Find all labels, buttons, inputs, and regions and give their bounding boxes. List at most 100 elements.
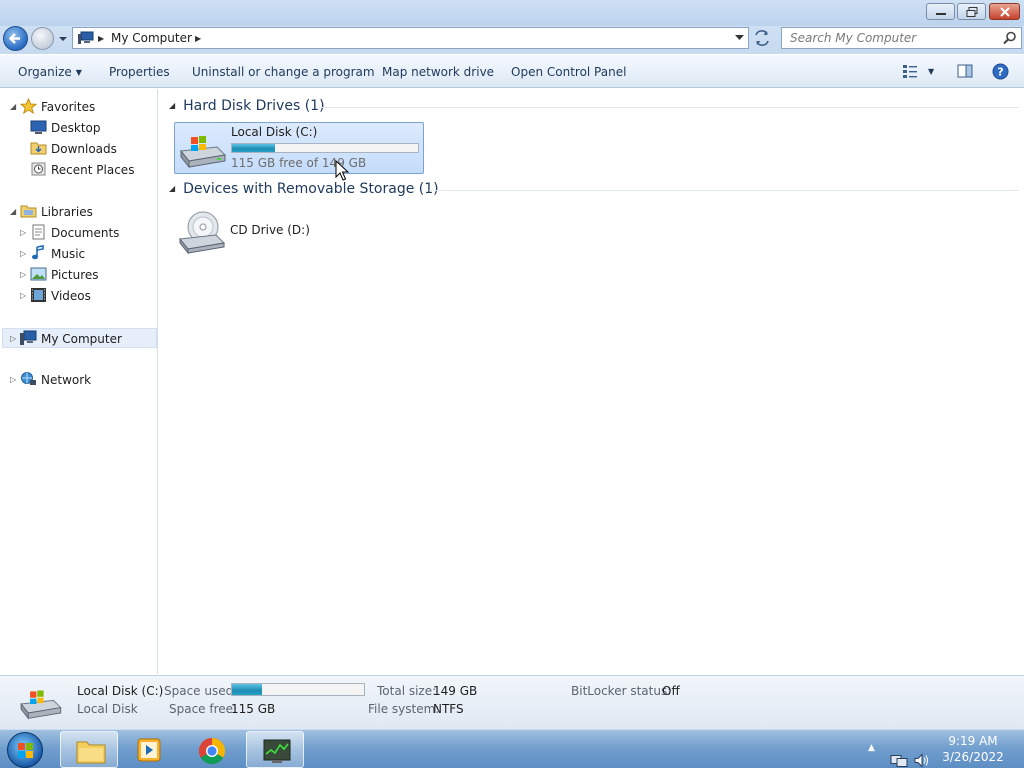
expand-icon[interactable]: ▷ <box>20 291 26 300</box>
expand-icon[interactable]: ▷ <box>20 228 26 237</box>
nav-libraries[interactable]: ◢ Libraries <box>0 202 158 222</box>
details-drive-type: Local Disk <box>77 702 138 716</box>
hard-drive-icon <box>20 690 62 720</box>
details-usage-bar <box>231 683 365 696</box>
nav-desktop-label: Desktop <box>51 121 101 135</box>
nav-downloads[interactable]: Downloads <box>0 139 158 159</box>
documents-icon <box>32 224 45 240</box>
network-status-icon[interactable] <box>890 741 908 768</box>
search-icon[interactable] <box>1003 31 1017 45</box>
show-hidden-icons-icon[interactable]: ▲ <box>868 743 875 768</box>
organize-label: Organize <box>18 65 72 79</box>
preview-pane-icon[interactable] <box>957 63 973 79</box>
nav-documents[interactable]: ▷ Documents <box>0 223 158 243</box>
total-size-value: 149 GB <box>433 684 478 698</box>
group-title-hard-disk-drives: Hard Disk Drives (1) <box>183 98 325 114</box>
group-divider <box>319 107 1019 108</box>
group-header-hard-disk-drives[interactable]: ◢ Hard Disk Drives (1) <box>169 98 325 114</box>
nav-music-label: Music <box>51 247 86 261</box>
back-button[interactable] <box>3 26 28 51</box>
clock-date: 3/26/2022 <box>942 750 1004 764</box>
chevron-down-icon: ▼ <box>75 68 82 77</box>
nav-downloads-label: Downloads <box>51 142 117 156</box>
computer-icon <box>20 330 37 345</box>
nav-videos[interactable]: ▷ Videos <box>0 286 158 306</box>
network-icon <box>21 372 36 385</box>
recent-pages-dropdown-icon[interactable] <box>58 35 68 43</box>
breadcrumb-my-computer[interactable]: My Computer <box>111 31 192 45</box>
total-size-label: Total size: <box>377 684 437 698</box>
nav-pictures[interactable]: ▷ Pictures <box>0 265 158 285</box>
minimize-button[interactable] <box>926 3 955 20</box>
breadcrumb-chevron-icon[interactable]: ▶ <box>195 34 201 43</box>
hard-drive-icon <box>180 136 227 169</box>
recent-places-icon <box>31 162 46 176</box>
nav-recent-places[interactable]: Recent Places <box>0 160 158 180</box>
view-options-chevron-icon[interactable]: ▼ <box>928 67 934 76</box>
expand-icon[interactable]: ▷ <box>20 270 26 279</box>
group-header-removable-storage[interactable]: ◢ Devices with Removable Storage (1) <box>169 181 439 197</box>
properties-button[interactable]: Properties <box>109 65 170 79</box>
taskbar-explorer-button[interactable] <box>60 731 118 768</box>
expand-icon[interactable]: ▷ <box>10 334 16 343</box>
nav-documents-label: Documents <box>51 226 120 240</box>
details-pane: Local Disk (C:) Local Disk Space used: S… <box>0 675 1024 729</box>
uninstall-program-button[interactable]: Uninstall or change a program <box>192 65 375 79</box>
desktop-icon <box>30 120 47 134</box>
libraries-icon <box>20 205 37 218</box>
drive-tile-cd-drive-d[interactable]: CD Drive (D:) <box>174 205 424 257</box>
nav-videos-label: Videos <box>51 289 91 303</box>
taskbar-chrome-button[interactable] <box>182 731 240 768</box>
close-button[interactable] <box>989 3 1020 20</box>
breadcrumb-separator-icon[interactable]: ▶ <box>98 34 104 43</box>
nav-network[interactable]: ▷ Network <box>0 370 158 390</box>
open-control-panel-button[interactable]: Open Control Panel <box>511 65 626 79</box>
collapse-icon[interactable]: ◢ <box>10 207 16 216</box>
organize-button[interactable]: Organize ▼ <box>18 65 82 79</box>
collapse-group-icon[interactable]: ◢ <box>169 184 175 193</box>
cd-drive-icon <box>179 211 226 255</box>
nav-network-label: Network <box>41 373 92 387</box>
collapse-group-icon[interactable]: ◢ <box>169 101 175 110</box>
nav-my-computer[interactable]: ▷ My Computer <box>2 328 157 348</box>
expand-icon[interactable]: ▷ <box>10 375 16 384</box>
clock-time: 9:19 AM <box>948 734 998 748</box>
restore-button[interactable] <box>957 3 986 20</box>
start-button[interactable] <box>7 732 43 768</box>
music-icon <box>32 245 44 260</box>
minimize-icon <box>935 13 946 15</box>
nav-favorites[interactable]: ◢ Favorites <box>0 97 158 117</box>
address-dropdown-icon[interactable] <box>735 35 744 41</box>
command-bar: Organize ▼ Properties Uninstall or change… <box>0 55 1024 88</box>
search-input[interactable]: Search My Computer <box>781 27 1022 49</box>
media-player-icon <box>137 738 161 762</box>
drive-tile-local-disk-c[interactable]: Local Disk (C:) 115 GB free of 149 GB <box>174 122 424 174</box>
help-icon[interactable]: ? <box>992 63 1009 80</box>
address-bar[interactable]: ▶ My Computer ▶ <box>72 27 749 49</box>
space-used-label: Space used: <box>164 684 238 698</box>
folder-icon <box>76 741 106 764</box>
space-free-value: 115 GB <box>231 702 276 716</box>
videos-icon <box>31 288 46 302</box>
taskbar-task-manager-button[interactable] <box>246 731 304 768</box>
bitlocker-status-label: BitLocker status: <box>571 684 672 698</box>
nav-desktop[interactable]: Desktop <box>0 118 158 138</box>
refresh-icon[interactable] <box>752 29 772 47</box>
nav-libraries-label: Libraries <box>41 205 93 219</box>
map-network-drive-button[interactable]: Map network drive <box>382 65 494 79</box>
space-free-label: Space free: <box>169 702 238 716</box>
close-icon <box>999 7 1010 17</box>
title-bar <box>0 0 1024 26</box>
taskbar-media-player-button[interactable] <box>120 731 178 768</box>
forward-button[interactable] <box>31 27 54 50</box>
pictures-icon <box>30 267 47 281</box>
system-clock[interactable]: 9:19 AM 3/26/2022 <box>940 733 1006 765</box>
collapse-icon[interactable]: ◢ <box>10 102 16 111</box>
expand-icon[interactable]: ▷ <box>20 249 26 258</box>
drive-name-cd-drive: CD Drive (D:) <box>230 223 310 237</box>
volume-icon[interactable] <box>913 741 931 768</box>
details-drive-name: Local Disk (C:) <box>77 684 164 698</box>
change-view-icon[interactable] <box>902 63 918 79</box>
nav-music[interactable]: ▷ Music <box>0 244 158 264</box>
mouse-pointer-icon <box>335 160 349 181</box>
